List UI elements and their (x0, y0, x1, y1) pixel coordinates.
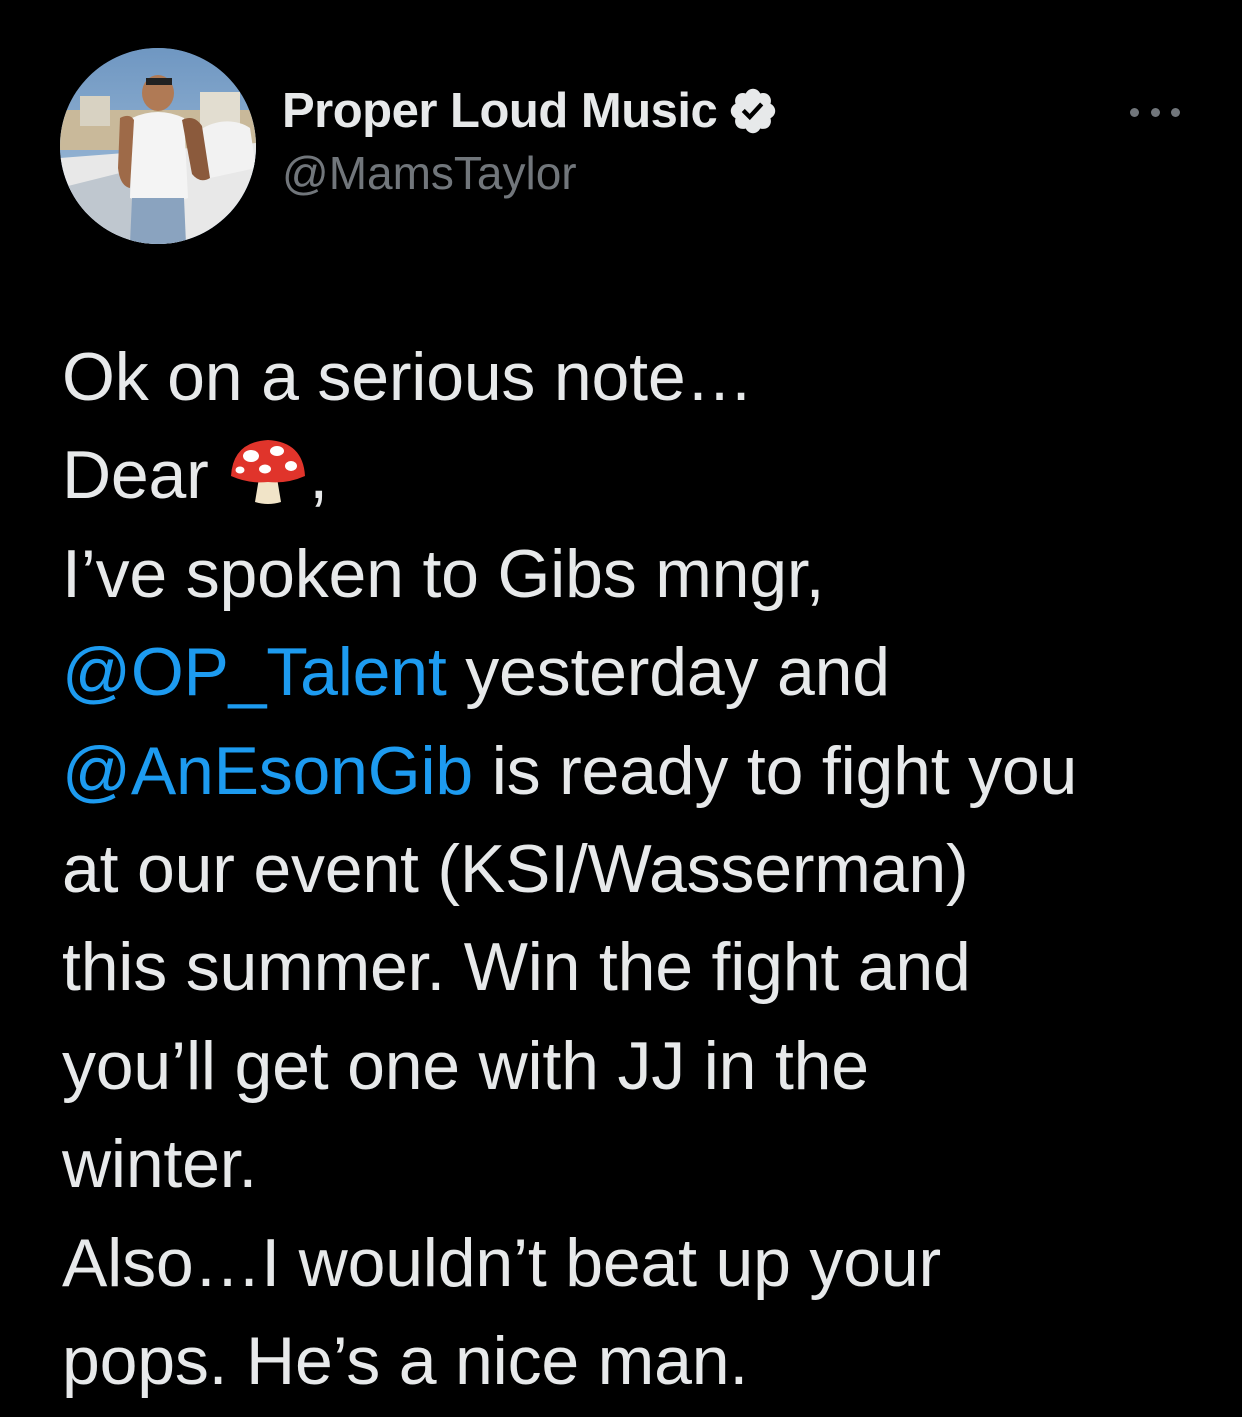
author-info: Proper Loud Music @MamsTaylor (282, 82, 779, 200)
name-row: Proper Loud Music (282, 82, 779, 140)
avatar[interactable] (60, 48, 256, 244)
dot (1130, 107, 1139, 117)
mushroom-emoji-icon (227, 436, 309, 506)
tweet-line: Dear , (62, 426, 1212, 524)
mention-link[interactable]: @AnEsonGib (62, 733, 473, 809)
verified-badge-icon (727, 85, 779, 137)
dot (1171, 107, 1180, 117)
tweet-text-segment: Dear (62, 437, 228, 514)
tweet-text-segment: is ready to fight you (473, 732, 1078, 809)
tweet-line: pops. He’s a nice man. (62, 1322, 749, 1399)
display-name[interactable]: Proper Loud Music (282, 83, 718, 139)
tweet-line: Ok on a serious note… (62, 339, 754, 415)
tweet-line: @AnEsonGib is ready to fight you (62, 722, 1212, 820)
mention-link[interactable]: @OP_Talent (62, 634, 447, 710)
more-options-icon[interactable] (1130, 100, 1180, 124)
tweet-line: @OP_Talent yesterday and (62, 623, 1212, 721)
tweet-line: you’ll get one with JJ in the (62, 1027, 869, 1104)
tweet-line: at our event (KSI/Wasserman) (62, 830, 969, 907)
tweet-line: this summer. Win the fight and (62, 929, 971, 1006)
handle[interactable]: @MamsTaylor (282, 146, 779, 200)
tweet-text: Ok on a serious note… Dear , I’ve spoken… (62, 328, 1212, 1410)
tweet: Proper Loud Music @MamsTaylor Ok on a se… (0, 0, 1242, 1417)
tweet-text-segment: , (309, 437, 328, 514)
tweet-line: winter. (62, 1126, 258, 1203)
avatar-photo-icon (60, 48, 256, 244)
dot (1150, 107, 1160, 117)
tweet-text-segment: yesterday and (446, 634, 890, 711)
tweet-line: I’ve spoken to Gibs mngr, (62, 535, 825, 612)
tweet-line: Also…I wouldn’t beat up your (62, 1224, 941, 1301)
